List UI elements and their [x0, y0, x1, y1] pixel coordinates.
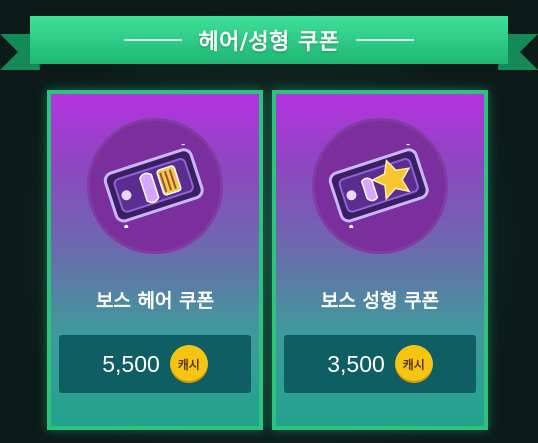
coupon-name: 보스 성형 쿠폰 [320, 290, 440, 312]
icon-circle [87, 118, 223, 254]
price-value: 5,500 [102, 350, 160, 377]
buy-button[interactable]: 5,500 캐시 [59, 335, 251, 393]
plastic-surgery-coupon-icon [328, 144, 429, 228]
hair-coupon-icon [103, 144, 204, 228]
banner-line-right [355, 39, 414, 41]
banner-line-left [124, 39, 183, 41]
coupon-card-plastic-surgery[interactable]: 보스 성형 쿠폰 3,500 캐시 [272, 90, 488, 430]
cash-currency-badge: 캐시 [169, 345, 208, 383]
icon-circle [312, 118, 448, 254]
banner-title: 헤어/성형 쿠폰 [198, 30, 340, 55]
section-banner: 헤어/성형 쿠폰 [0, 0, 538, 76]
coupon-name: 보스 헤어 쿠폰 [95, 290, 215, 312]
cash-currency-badge: 캐시 [394, 345, 433, 383]
price-value: 3,500 [327, 350, 385, 377]
buy-button[interactable]: 3,500 캐시 [284, 335, 476, 393]
coupon-card-hair[interactable]: 보스 헤어 쿠폰 5,500 캐시 [47, 90, 263, 430]
